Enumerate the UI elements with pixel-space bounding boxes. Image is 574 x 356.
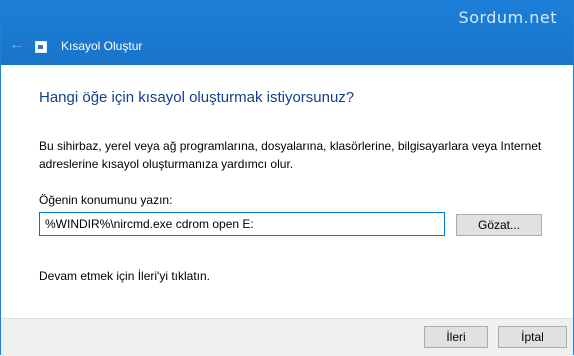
button-bar: İleri İptal bbox=[1, 318, 573, 356]
description-text: Bu sihirbaz, yerel veya ağ programlarına… bbox=[39, 139, 542, 171]
cancel-button[interactable]: İptal bbox=[498, 326, 567, 348]
watermark: Sordum.net bbox=[458, 8, 557, 27]
shortcut-wizard-icon bbox=[35, 41, 47, 53]
wizard-content: Hangi öğe için kısayol oluşturmak istiyo… bbox=[1, 65, 573, 318]
location-input[interactable] bbox=[39, 212, 445, 236]
browse-button[interactable]: Gözat... bbox=[456, 214, 542, 236]
create-shortcut-window: Sordum.net ← Kısayol Oluştur Hangi öğe i… bbox=[0, 0, 574, 356]
page-title: Hangi öğe için kısayol oluşturmak istiyo… bbox=[39, 89, 355, 106]
back-arrow-icon[interactable]: ← bbox=[9, 37, 25, 53]
title-bar: Sordum.net ← Kısayol Oluştur bbox=[1, 1, 573, 65]
window-title: Kısayol Oluştur bbox=[61, 39, 143, 53]
hint-text: Devam etmek için İleri'yi tıklatın. bbox=[39, 269, 211, 283]
next-button[interactable]: İleri bbox=[424, 326, 488, 348]
location-label: Öğenin konumunu yazın: bbox=[39, 193, 173, 207]
